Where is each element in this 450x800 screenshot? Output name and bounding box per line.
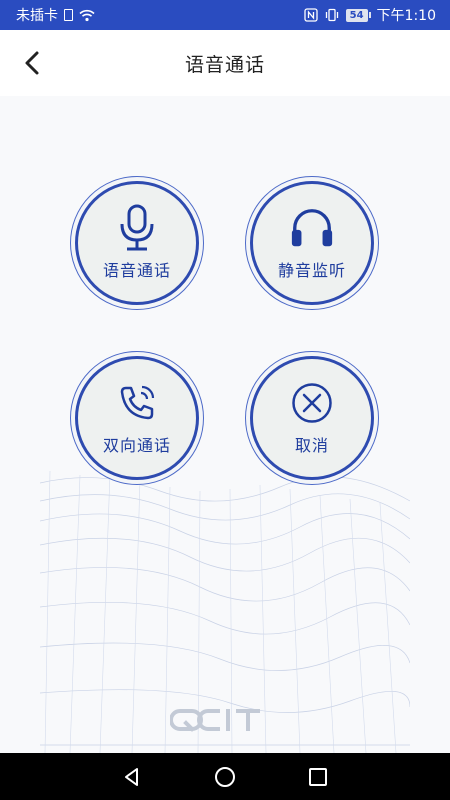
- back-button[interactable]: [20, 50, 46, 76]
- page-title: 语音通话: [184, 53, 265, 76]
- carrier-text: 未插卡: [16, 8, 58, 24]
- two-way-call-inner: 双向通话: [75, 356, 199, 480]
- status-left: 未插卡: [16, 5, 95, 25]
- cancel-button[interactable]: 取消: [245, 351, 379, 485]
- voice-call-button[interactable]: 语音通话: [70, 176, 204, 310]
- headphones-icon: [289, 205, 335, 251]
- main-content: 语音通话 静音监听 双向通话 取消: [0, 96, 450, 753]
- close-circle-icon: [289, 380, 335, 426]
- battery-level: 54: [345, 8, 368, 22]
- voice-call-label: 语音通话: [102, 261, 171, 280]
- system-nav-bar: [0, 753, 450, 800]
- nfc-icon: [303, 8, 318, 22]
- two-way-call-label: 双向通话: [102, 436, 171, 455]
- wifi-icon: [79, 9, 95, 21]
- nav-recents-button[interactable]: [304, 763, 332, 791]
- triangle-back-icon: [124, 767, 138, 786]
- silent-monitor-label: 静音监听: [277, 261, 346, 280]
- battery-indicator: 54: [345, 8, 371, 22]
- sim-card-icon: [64, 9, 73, 21]
- nav-home-button[interactable]: [211, 763, 239, 791]
- status-right: 54 下午1:10: [303, 5, 436, 25]
- nav-back-button[interactable]: [118, 763, 146, 791]
- cancel-label: 取消: [294, 436, 329, 455]
- silent-monitor-button[interactable]: 静音监听: [245, 176, 379, 310]
- microphone-icon: [114, 204, 160, 251]
- silent-monitor-inner: 静音监听: [250, 181, 374, 305]
- app-header: 语音通话: [0, 30, 450, 96]
- two-way-call-button[interactable]: 双向通话: [70, 351, 204, 485]
- status-bar: 未插卡 54 下午1:10: [0, 0, 450, 30]
- phone-ringing-icon: [114, 380, 160, 426]
- chevron-left-icon: [25, 51, 39, 75]
- vibrate-icon: [325, 8, 338, 22]
- voice-call-inner: 语音通话: [75, 181, 199, 305]
- square-recents-icon: [309, 767, 328, 786]
- qcit-logo: [170, 709, 260, 732]
- circle-home-icon: [214, 766, 235, 787]
- cancel-inner: 取消: [250, 356, 374, 480]
- clock: 下午1:10: [376, 8, 436, 24]
